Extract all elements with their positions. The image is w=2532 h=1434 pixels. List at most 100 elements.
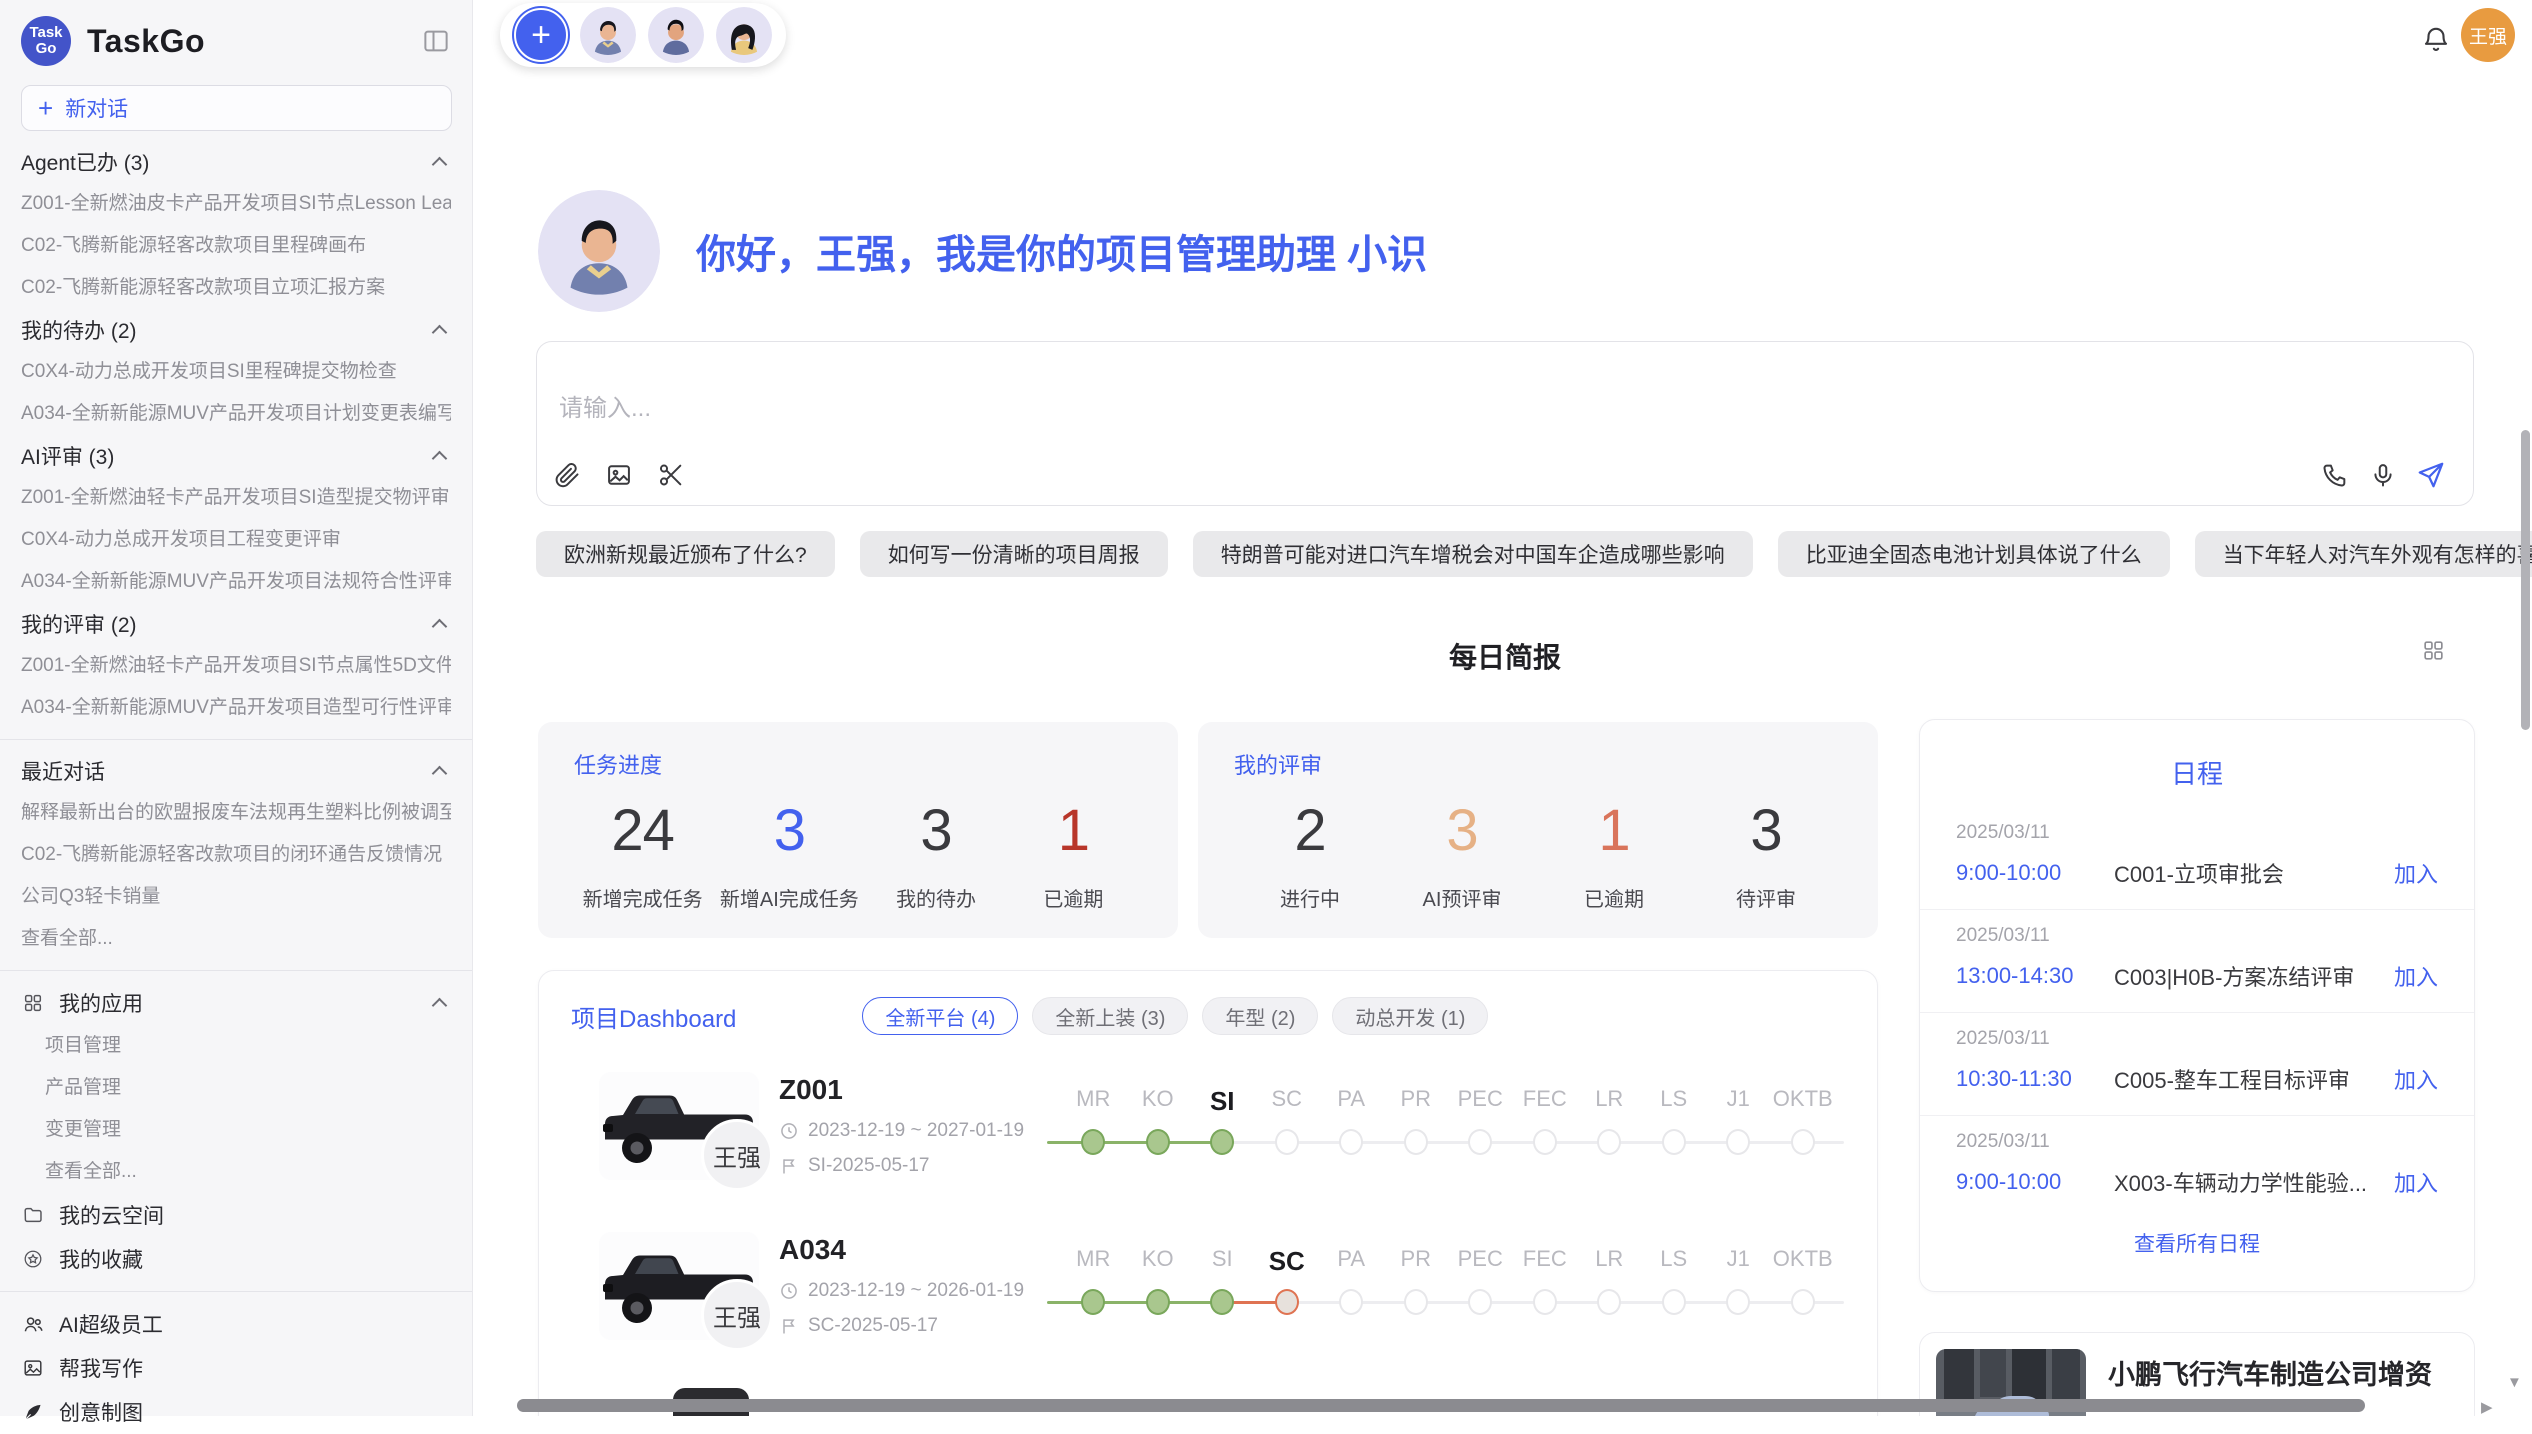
tab-powertrain[interactable]: 动总开发 (1) [1332,997,1488,1035]
stat-in-progress: 2 进行中 [1250,798,1370,912]
project-dashboard-card: 项目Dashboard 全新平台 (4) 全新上装 (3) 年型 (2) 动总开… [538,970,1878,1416]
schedule-time: 9:00-10:00 [1956,860,2114,886]
project-dates: 2023-12-19 ~ 2026-01-19 [779,1280,1024,1302]
list-item[interactable]: C02-飞腾新能源轻客改款项目的闭环通告反馈情况 [21,834,451,876]
sidebar-item-ai-employee[interactable]: AI超级员工 [21,1302,451,1346]
list-item[interactable]: A034-全新新能源MUV产品开发项目造型可行性评审 [21,687,451,729]
notification-bell-icon[interactable] [2421,25,2451,60]
sidebar-item-project-mgmt[interactable]: 项目管理 [21,1025,451,1067]
tab-new-body[interactable]: 全新上装 (3) [1032,997,1188,1035]
suggestion-chip[interactable]: 特朗普可能对进口汽车增税会对中国车企造成哪些影响 [1193,531,1753,577]
milestone-dot-todo [1404,1129,1428,1155]
list-item[interactable]: A034-全新新能源MUV产品开发项目计划变更表编写 [21,393,451,435]
sidebar-nav: Agent已办 (3) Z001-全新燃油皮卡产品开发项目SI节点Lesson … [21,141,451,1434]
list-item[interactable]: C0X4-动力总成开发项目工程变更评审 [21,519,451,561]
view-all-schedule-link[interactable]: 查看所有日程 [1920,1228,2474,1258]
schedule-event-title: C003|H0B-方案冻结评审 [2114,960,2394,992]
people-icon [21,1312,45,1336]
suggestion-chip[interactable]: 比亚迪全固态电池计划具体说了什么 [1778,531,2170,577]
layout-grid-icon[interactable] [2421,638,2446,668]
chevron-up-icon [432,157,448,173]
chevron-up-icon [432,766,448,782]
list-item[interactable]: Z001-全新燃油轻卡产品开发项目SI节点属性5D文件评审 [21,645,451,687]
schedule-date: 2025/03/11 [1956,925,2438,947]
suggestion-chip[interactable]: 如何写一份清晰的项目周报 [860,531,1168,577]
stat-my-todo: 3 我的待办 [876,798,996,912]
sidebar-item-cloud-space[interactable]: 我的云空间 [21,1193,451,1237]
section-header-recent-chats[interactable]: 最近对话 [21,750,451,792]
sidebar-item-product-mgmt[interactable]: 产品管理 [21,1067,451,1109]
logo-text-bottom: Go [36,41,57,57]
suggestion-chip[interactable]: 当下年轻人对汽车外观有怎样的喜好趋势 [2195,531,2532,577]
schedule-date: 2025/03/11 [1956,1028,2438,1050]
list-item[interactable]: Z001-全新燃油皮卡产品开发项目SI节点Lesson Learn报告 [21,183,451,225]
image-upload-icon[interactable] [603,459,635,491]
greeting-text: 你好，王强，我是你的项目管理助理 小识 [696,222,1427,280]
scroll-right-arrow[interactable]: ▶ [2481,1398,2493,1416]
vertical-scrollbar[interactable] [2521,430,2530,730]
section-header-ai-review[interactable]: AI评审 (3) [21,435,451,477]
sidebar-item-help-write[interactable]: 帮我写作 [21,1346,451,1390]
chevron-up-icon [432,998,448,1014]
attachment-icon[interactable] [551,459,583,491]
collapse-sidebar-icon[interactable] [421,26,451,56]
join-link[interactable]: 加入 [2394,857,2438,889]
view-all-apps[interactable]: 查看全部... [21,1151,451,1193]
scissors-icon[interactable] [655,459,687,491]
user-avatar[interactable]: 王强 [2461,8,2515,62]
milestone-dot-done [1146,1129,1170,1155]
sidebar-item-change-mgmt[interactable]: 变更管理 [21,1109,451,1151]
phone-call-icon[interactable] [2319,459,2351,491]
milestone-dot-todo [1339,1289,1363,1315]
sidebar-item-my-apps[interactable]: 我的应用 [21,981,451,1025]
section-header-my-todo[interactable]: 我的待办 (2) [21,309,451,351]
section-header-my-review[interactable]: 我的评审 (2) [21,603,451,645]
view-all-chats[interactable]: 查看全部... [21,918,451,960]
join-link[interactable]: 加入 [2394,1063,2438,1095]
schedule-entry: 2025/03/11 9:00-10:00 X003-车辆动力学性能验... 加… [1920,1115,2474,1218]
milestone-dot-todo [1533,1289,1557,1315]
tab-year-model[interactable]: 年型 (2) [1202,997,1318,1035]
project-owner-badge: 王强 [701,1119,773,1191]
avatar[interactable] [580,7,636,63]
tab-new-platform[interactable]: 全新平台 (4) [862,997,1018,1035]
new-chat-button[interactable]: + 新对话 [21,85,452,131]
join-link[interactable]: 加入 [2394,1166,2438,1198]
list-item[interactable]: C02-飞腾新能源轻客改款项目立项汇报方案 [21,267,451,309]
sidebar-item-creative-draw[interactable]: 创意制图 [21,1390,451,1434]
avatar[interactable] [716,7,772,63]
quill-pen-icon [21,1400,45,1424]
my-review-card: 我的评审 2 进行中 3 AI预评审 1 已逾期 3 待评审 [1198,722,1878,938]
join-link[interactable]: 加入 [2394,960,2438,992]
dashboard-tabs: 全新平台 (4) 全新上装 (3) 年型 (2) 动总开发 (1) [862,997,1488,1035]
chevron-up-icon [432,619,448,635]
list-item[interactable]: C02-飞腾新能源轻客改款项目里程碑画布 [21,225,451,267]
divider [0,1291,472,1292]
project-row[interactable]: 王强 Z001 2023-12-19 ~ 2027-01-19 SI-2025-… [539,1066,1879,1216]
new-chat-label: 新对话 [65,93,128,123]
stat-pending-review: 3 待评审 [1706,798,1826,912]
horizontal-scrollbar[interactable] [517,1399,2365,1412]
list-item[interactable]: 解释最新出台的欧盟报废车法规再生塑料比例被调至15%... [21,792,451,834]
add-agent-button[interactable]: + [514,8,568,62]
list-item[interactable]: C0X4-动力总成开发项目SI里程碑提交物检查 [21,351,451,393]
stat-new-ai-completed: 3 新增AI完成任务 [720,798,859,912]
card-title: 任务进度 [574,748,1142,780]
project-row[interactable]: 王强 A034 2023-12-19 ~ 2026-01-19 SC-2025-… [539,1226,1879,1376]
suggestion-chip[interactable]: 欧洲新规最近颁布了什么? [536,531,835,577]
list-item[interactable]: A034-全新新能源MUV产品开发项目法规符合性评审 [21,561,451,603]
chat-input[interactable] [557,394,1757,424]
folder-icon [21,1203,45,1227]
sidebar-item-favorites[interactable]: 我的收藏 [21,1237,451,1281]
list-item[interactable]: Z001-全新燃油轻卡产品开发项目SI造型提交物评审 [21,477,451,519]
section-header-agent-done[interactable]: Agent已办 (3) [21,141,451,183]
scroll-down-arrow[interactable]: ▼ [2507,1374,2522,1391]
app-title: TaskGo [87,23,205,60]
milestone-dot-done [1081,1289,1105,1315]
microphone-icon[interactable] [2367,459,2399,491]
avatar[interactable] [648,7,704,63]
milestone-dot-todo [1726,1289,1750,1315]
stat-review-overdue: 1 已逾期 [1554,798,1674,912]
list-item[interactable]: 公司Q3轻卡销量 [21,876,451,918]
send-icon[interactable] [2415,459,2447,491]
